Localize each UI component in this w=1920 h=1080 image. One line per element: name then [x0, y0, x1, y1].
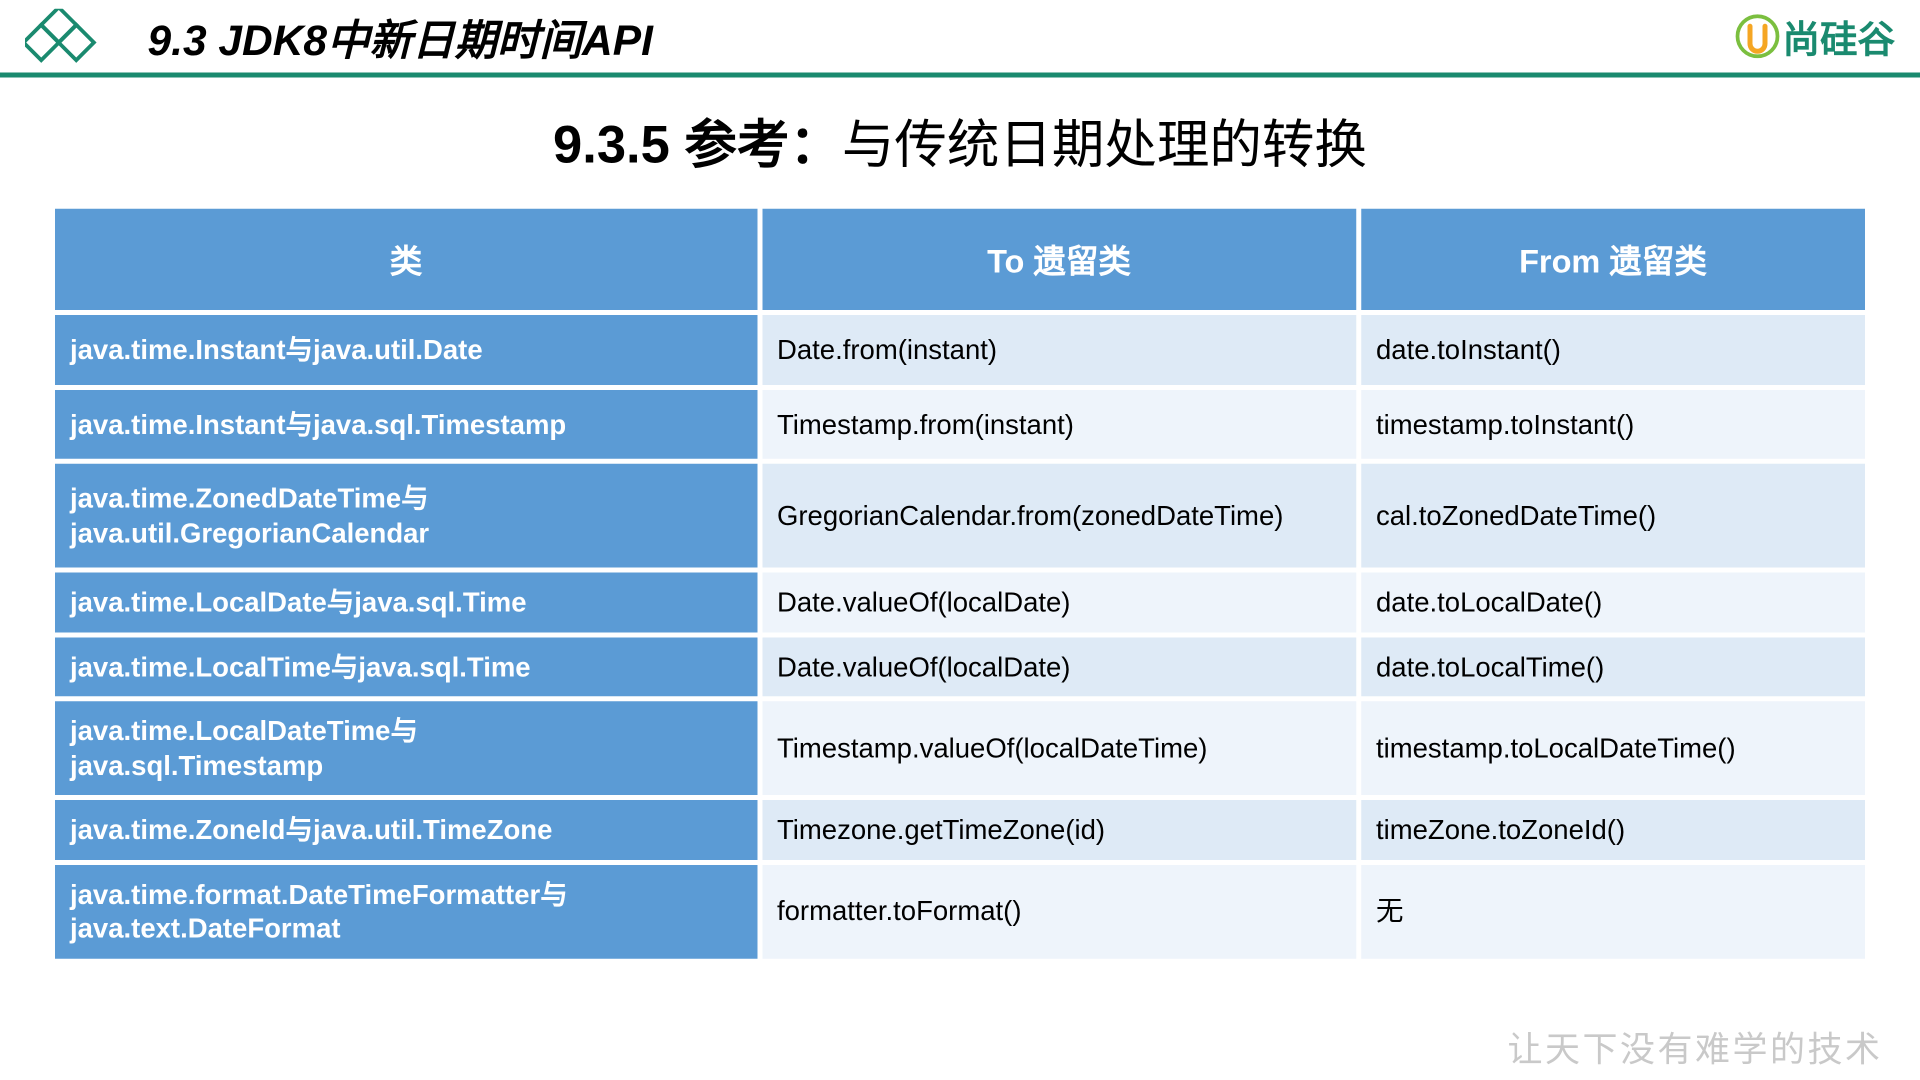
cell-from: timestamp.toInstant(): [1361, 389, 1865, 458]
cell-to: Timestamp.from(instant): [762, 389, 1356, 458]
cell-class: java.time.LocalDateTime与java.sql.Timesta…: [55, 701, 757, 795]
cell-from: timeZone.toZoneId(): [1361, 800, 1865, 859]
th-to: To 遗留类: [762, 209, 1356, 310]
table-row: java.time.Instant与java.sql.TimestampTime…: [55, 389, 1865, 458]
cell-to: Date.from(instant): [762, 315, 1356, 384]
cell-from: date.toLocalTime(): [1361, 637, 1865, 696]
slide-section-title: 9.3 JDK8中新日期时间API: [148, 6, 653, 67]
cell-class: java.time.Instant与java.util.Date: [55, 315, 757, 384]
cell-from: 无: [1361, 864, 1865, 958]
table-row: java.time.ZonedDateTime与java.util.Gregor…: [55, 464, 1865, 568]
cell-from: timestamp.toLocalDateTime(): [1361, 701, 1865, 795]
cell-class: java.time.Instant与java.sql.Timestamp: [55, 389, 757, 458]
brand-text: 尚硅谷: [1783, 9, 1896, 64]
brand-logo: 尚硅谷: [1735, 9, 1895, 64]
brand-icon: [1735, 14, 1780, 59]
cell-to: Timestamp.valueOf(localDateTime): [762, 701, 1356, 795]
table-header-row: 类 To 遗留类 From 遗留类: [55, 209, 1865, 310]
table-row: java.time.format.DateTimeFormatter与java.…: [55, 864, 1865, 958]
th-class: 类: [55, 209, 757, 310]
cell-to: GregorianCalendar.from(zonedDateTime): [762, 464, 1356, 568]
footer-slogan: 让天下没有难学的技术: [1507, 1023, 1882, 1073]
cell-to: Timezone.getTimeZone(id): [762, 800, 1356, 859]
cell-from: cal.toZonedDateTime(): [1361, 464, 1865, 568]
table-row: java.time.LocalDateTime与java.sql.Timesta…: [55, 701, 1865, 795]
table-row: java.time.LocalTime与java.sql.TimeDate.va…: [55, 637, 1865, 696]
conversion-table: 类 To 遗留类 From 遗留类 java.time.Instant与java…: [50, 204, 1870, 963]
cell-class: java.time.LocalTime与java.sql.Time: [55, 637, 757, 696]
table-row: java.time.ZoneId与java.util.TimeZoneTimez…: [55, 800, 1865, 859]
subtitle-rest: 与传统日期处理的转换: [842, 115, 1367, 174]
cell-class: java.time.format.DateTimeFormatter与java.…: [55, 864, 757, 958]
th-from: From 遗留类: [1361, 209, 1865, 310]
cell-to: Date.valueOf(localDate): [762, 637, 1356, 696]
cell-class: java.time.ZoneId与java.util.TimeZone: [55, 800, 757, 859]
table-row: java.time.Instant与java.util.DateDate.fro…: [55, 315, 1865, 384]
slide-subtitle: 9.3.5 参考：与传统日期处理的转换: [0, 103, 1920, 179]
cell-from: date.toInstant(): [1361, 315, 1865, 384]
cell-to: Date.valueOf(localDate): [762, 573, 1356, 632]
cell-class: java.time.ZonedDateTime与java.util.Gregor…: [55, 464, 757, 568]
cell-to: formatter.toFormat(): [762, 864, 1356, 958]
subtitle-prefix: 9.3.5 参考：: [553, 115, 842, 174]
slide-header: 9.3 JDK8中新日期时间API 尚硅谷: [0, 0, 1920, 78]
cell-class: java.time.LocalDate与java.sql.Time: [55, 573, 757, 632]
diamond-logo-icon: [25, 8, 98, 64]
table-row: java.time.LocalDate与java.sql.TimeDate.va…: [55, 573, 1865, 632]
cell-from: date.toLocalDate(): [1361, 573, 1865, 632]
